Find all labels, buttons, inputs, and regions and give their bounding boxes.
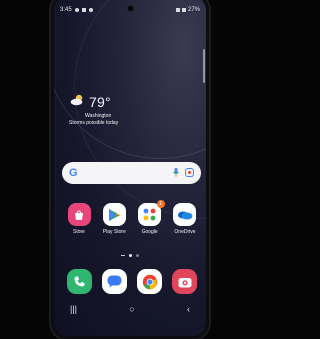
recents-button[interactable]: ||| <box>70 304 77 314</box>
front-camera <box>128 6 133 11</box>
weather-widget[interactable]: 79° Washington Storms possible today <box>69 93 160 126</box>
weather-location: Washington <box>85 113 112 119</box>
back-button[interactable]: ‹ <box>187 304 190 314</box>
dock-camera[interactable] <box>168 269 202 294</box>
app-dock <box>62 269 202 294</box>
page-indicator[interactable] <box>54 254 206 257</box>
home-apps-row: Store Play Store 1 Google OneDrive <box>62 200 202 235</box>
home-page-indicator <box>121 255 125 256</box>
store-icon <box>67 203 91 226</box>
battery-level: 27% <box>187 7 200 13</box>
notification-icon <box>74 8 79 12</box>
home-button[interactable]: ○ <box>129 304 134 314</box>
dock-phone[interactable] <box>62 269 96 294</box>
edge-panel-handle[interactable] <box>203 49 205 83</box>
app-label: Store <box>73 229 85 235</box>
phone-icon <box>66 269 92 294</box>
partly-cloudy-icon <box>70 93 85 111</box>
wifi-icon <box>175 8 180 12</box>
mic-icon[interactable] <box>173 164 179 182</box>
app-store[interactable]: Store <box>62 203 96 235</box>
weather-temperature: 79° <box>89 94 111 110</box>
navigation-bar: ||| ○ ‹ <box>70 303 190 315</box>
page-dot <box>129 254 132 257</box>
page-dot <box>136 254 139 257</box>
dock-messages[interactable] <box>97 269 131 294</box>
google-search-bar[interactable]: G <box>62 162 201 184</box>
play-store-icon <box>102 203 126 226</box>
onedrive-icon <box>173 203 197 226</box>
app-onedrive[interactable]: OneDrive <box>168 203 202 235</box>
notification-icon <box>88 8 93 12</box>
chrome-icon <box>137 269 163 294</box>
notification-badge: 1 <box>156 200 165 208</box>
lens-icon[interactable] <box>185 164 194 182</box>
weather-condition: Storms possible today <box>69 120 119 126</box>
app-label: Google <box>141 229 158 235</box>
app-label: OneDrive <box>174 229 196 235</box>
camera-icon <box>172 269 198 294</box>
messages-icon <box>101 269 127 294</box>
app-google-folder[interactable]: 1 Google <box>133 200 167 235</box>
notification-icon <box>81 8 86 12</box>
dock-chrome[interactable] <box>133 269 167 294</box>
phone-frame: 3:45 27% 79° Washington Storms possible … <box>51 0 209 339</box>
status-time: 3:45 <box>60 7 72 13</box>
signal-icon <box>181 8 186 12</box>
app-label: Play Store <box>102 229 126 235</box>
app-play-store[interactable]: Play Store <box>97 203 131 235</box>
home-screen: 3:45 27% 79° Washington Storms possible … <box>54 0 206 336</box>
google-logo: G <box>69 167 78 179</box>
